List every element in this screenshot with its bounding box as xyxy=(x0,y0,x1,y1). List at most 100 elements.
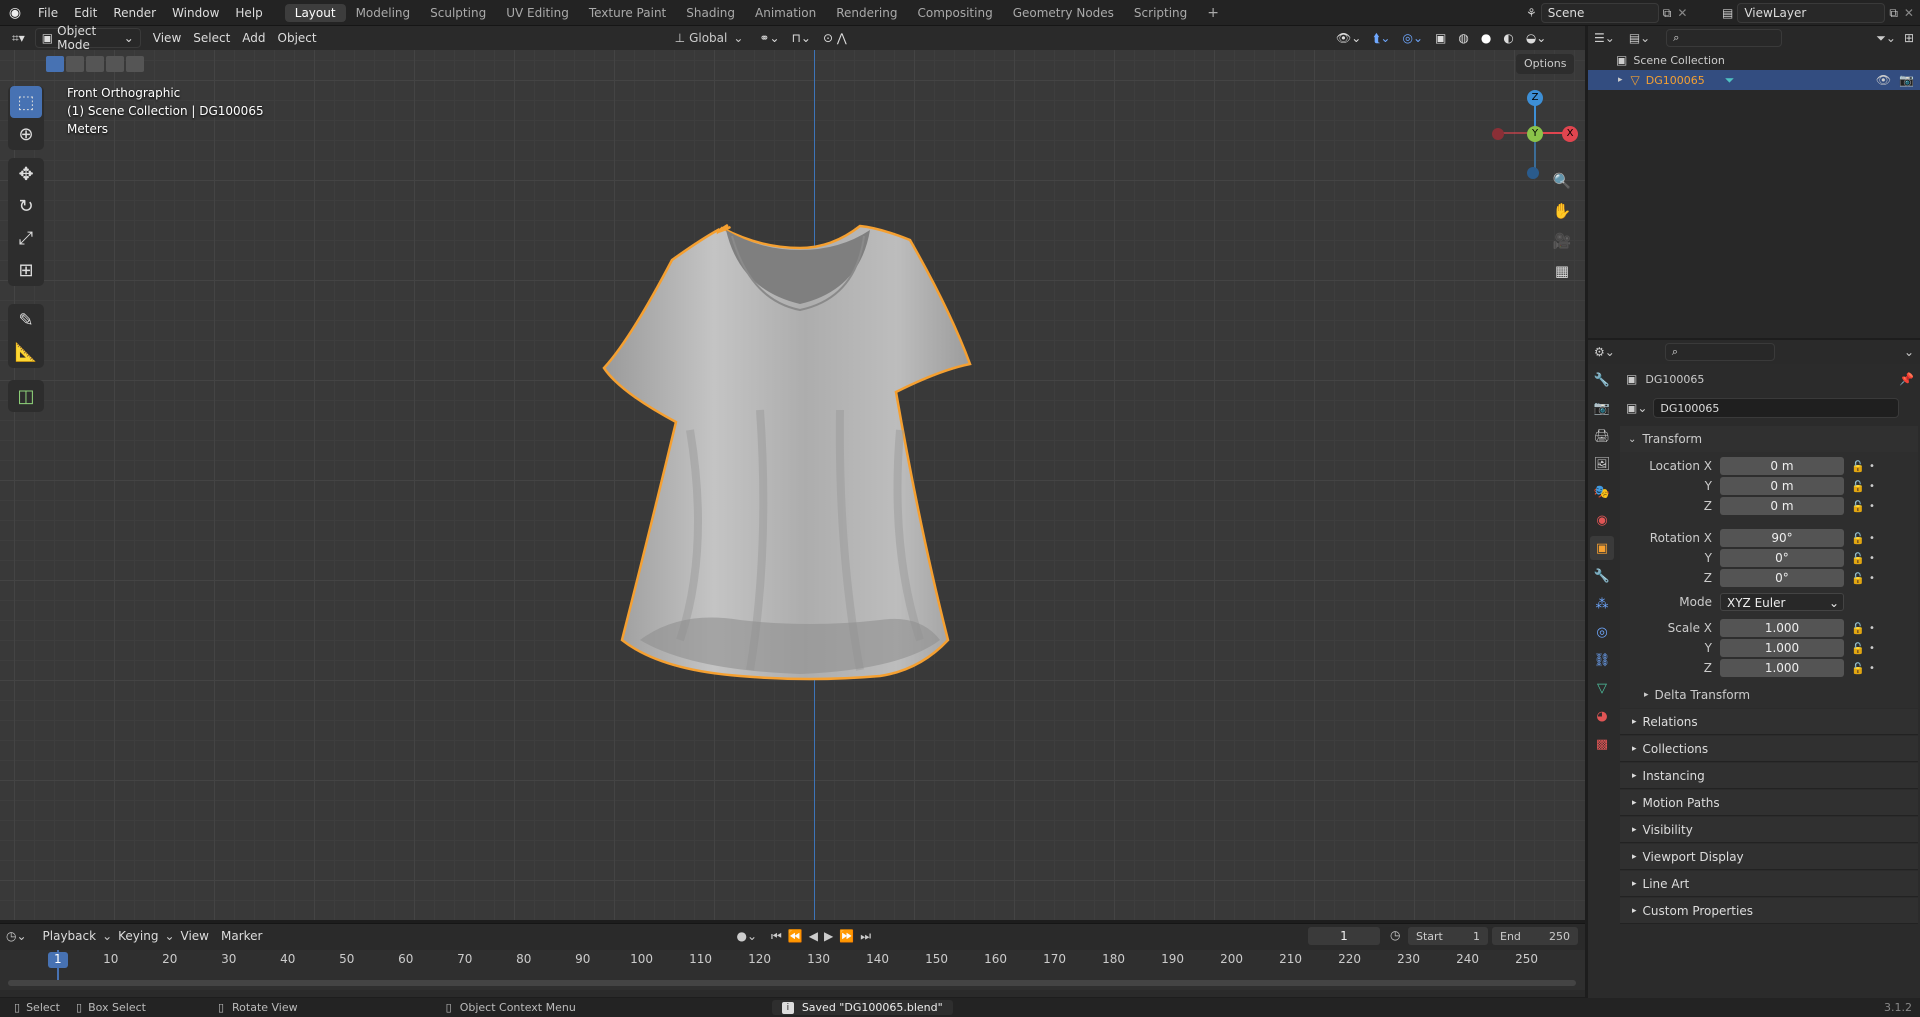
ortho-grid-icon[interactable]: ▦ xyxy=(1549,258,1575,284)
menu-playback[interactable]: Playback xyxy=(37,926,103,946)
menu-file[interactable]: File xyxy=(30,6,66,20)
output-tab-icon[interactable]: 🖨 xyxy=(1590,424,1614,448)
lock-icon[interactable]: 🔓 xyxy=(1850,572,1866,585)
menu-edit[interactable]: Edit xyxy=(66,6,105,20)
display-mode-icon[interactable]: ▤⌄ xyxy=(1629,31,1650,45)
tab-scripting[interactable]: Scripting xyxy=(1124,4,1197,22)
rotate-tool-icon[interactable]: ↻ xyxy=(10,190,42,222)
proportional-edit-icon[interactable]: ⊙ ⋀ xyxy=(817,28,853,48)
move-tool-icon[interactable]: ✥ xyxy=(10,158,42,190)
lock-icon[interactable]: 🔓 xyxy=(1850,642,1866,655)
status-message[interactable]: i Saved "DG100065.blend" xyxy=(771,1000,953,1015)
transform-panel-header[interactable]: ⌄ Transform xyxy=(1620,426,1918,452)
play-icon[interactable]: ▶ xyxy=(824,929,833,943)
location-y-field[interactable]: 0 m xyxy=(1720,477,1844,495)
eye-icon[interactable]: 👁 xyxy=(1876,73,1891,87)
start-frame-field[interactable]: Start 1 xyxy=(1408,927,1488,945)
menu-select[interactable]: Select xyxy=(187,28,236,48)
menu-render[interactable]: Render xyxy=(105,6,164,20)
keyframe-dot-icon[interactable]: • xyxy=(1866,623,1878,634)
lock-icon[interactable]: 🔓 xyxy=(1850,532,1866,545)
zoom-icon[interactable]: 🔍 xyxy=(1549,168,1575,194)
view-layer-field[interactable]: ViewLayer xyxy=(1737,3,1886,23)
keyframe-dot-icon[interactable]: • xyxy=(1866,501,1878,512)
new-view-layer-icon[interactable]: ⧉ xyxy=(1889,6,1898,21)
keyframe-dot-icon[interactable]: • xyxy=(1866,533,1878,544)
mesh-data-tab-icon[interactable]: ▽ xyxy=(1590,676,1614,700)
tab-uv-editing[interactable]: UV Editing xyxy=(496,4,579,22)
jump-end-icon[interactable]: ⏭ xyxy=(860,929,871,944)
preview-range-icon[interactable]: ◷ xyxy=(1390,928,1400,942)
gizmo-neg-z-axis[interactable] xyxy=(1527,167,1539,179)
menu-window[interactable]: Window xyxy=(164,6,227,20)
select-intersect-icon[interactable] xyxy=(126,56,144,72)
scene-tab-icon[interactable]: 🎭 xyxy=(1590,480,1614,504)
next-keyframe-icon[interactable]: ⏩ xyxy=(839,929,854,943)
view-layer-icon[interactable]: ▤ xyxy=(1722,6,1733,20)
lock-icon[interactable]: 🔓 xyxy=(1850,500,1866,513)
tab-rendering[interactable]: Rendering xyxy=(826,4,907,22)
record-icon[interactable]: ●⌄ xyxy=(736,929,757,943)
lock-icon[interactable]: 🔓 xyxy=(1850,480,1866,493)
prev-keyframe-icon[interactable]: ⏪ xyxy=(788,929,803,943)
outliner-editor-icon[interactable]: ☰⌄ xyxy=(1594,31,1615,45)
xray-icon[interactable]: ▣ xyxy=(1429,28,1452,48)
outliner-row-scene-collection[interactable]: ▣ Scene Collection xyxy=(1588,50,1920,70)
panel-collections[interactable]: ▸ Collections xyxy=(1620,736,1918,762)
shading-material-icon[interactable]: ◐ xyxy=(1497,28,1519,48)
snap-icon[interactable]: ⊓⌄ xyxy=(786,28,817,48)
transform-orientation[interactable]: ⊥ Global ⌄ xyxy=(675,31,744,45)
new-scene-icon[interactable]: ⧉ xyxy=(1663,6,1672,21)
menu-marker[interactable]: Marker xyxy=(215,926,268,946)
delete-view-layer-icon[interactable]: ✕ xyxy=(1904,6,1914,20)
panel-visibility[interactable]: ▸ Visibility xyxy=(1620,817,1918,843)
render-tab-icon[interactable]: 📷 xyxy=(1590,396,1614,420)
lock-icon[interactable]: 🔓 xyxy=(1850,622,1866,635)
scale-z-field[interactable]: 1.000 xyxy=(1720,659,1844,677)
tab-geometry-nodes[interactable]: Geometry Nodes xyxy=(1003,4,1124,22)
panel-relations[interactable]: ▸ Relations xyxy=(1620,709,1918,735)
options-button[interactable]: Options xyxy=(1516,54,1575,74)
rotation-z-field[interactable]: 0° xyxy=(1720,569,1844,587)
shading-wireframe-icon[interactable]: ◍ xyxy=(1452,28,1474,48)
tab-animation[interactable]: Animation xyxy=(745,4,826,22)
annotate-tool-icon[interactable]: ✎ xyxy=(10,304,42,336)
panel-motion-paths[interactable]: ▸ Motion Paths xyxy=(1620,790,1918,816)
filter-icon[interactable]: ⏷⌄ xyxy=(1876,31,1896,46)
gizmo-toggle-icon[interactable]: ⮬⌄ xyxy=(1367,28,1396,48)
tab-shading[interactable]: Shading xyxy=(676,4,745,22)
add-workspace-button[interactable]: + xyxy=(1197,3,1229,23)
outliner-row-object[interactable]: ▸ ▽ DG100065 ⏷ 👁 📷 xyxy=(1588,70,1920,90)
keyframe-dot-icon[interactable]: • xyxy=(1866,481,1878,492)
select-subtract-icon[interactable] xyxy=(86,56,104,72)
view-layer-tab-icon[interactable]: 🖼 xyxy=(1590,452,1614,476)
select-invert-icon[interactable] xyxy=(106,56,124,72)
lock-icon[interactable]: 🔓 xyxy=(1850,460,1866,473)
current-frame-field[interactable]: 1 xyxy=(1308,927,1380,945)
menu-keying[interactable]: Keying xyxy=(112,926,164,946)
camera-render-icon[interactable]: 📷 xyxy=(1899,73,1914,87)
timeline-ruler[interactable]: 1 10 20 30 40 50 60 70 80 90 100 110 120 130 140 150 160… xyxy=(0,950,1585,990)
overlays-icon[interactable]: ◎⌄ xyxy=(1396,28,1429,48)
scene-icon[interactable]: ⚘ xyxy=(1526,6,1537,20)
modifier-tab-icon[interactable]: 🔧 xyxy=(1590,564,1614,588)
menu-view[interactable]: View xyxy=(147,28,187,48)
delete-scene-icon[interactable]: ✕ xyxy=(1677,6,1687,20)
tool-tab-icon[interactable]: 🔧 xyxy=(1590,368,1614,392)
tab-compositing[interactable]: Compositing xyxy=(907,4,1002,22)
cursor-tool-icon[interactable]: ⊕ xyxy=(10,118,42,150)
shading-rendered-icon[interactable]: ◒⌄ xyxy=(1520,28,1553,48)
keyframe-dot-icon[interactable]: • xyxy=(1866,553,1878,564)
particles-tab-icon[interactable]: ⁂ xyxy=(1590,592,1614,616)
jump-start-icon[interactable]: ⏮ xyxy=(771,929,782,944)
navigation-gizmo[interactable]: Z Y X xyxy=(1492,90,1578,179)
select-box-tool-icon[interactable]: ⬚ xyxy=(10,86,42,118)
object-tab-icon[interactable]: ▣ xyxy=(1590,536,1614,560)
properties-search-input[interactable]: ⌕ xyxy=(1664,343,1775,361)
measure-tool-icon[interactable]: 📐 xyxy=(10,336,42,368)
panel-viewport-display[interactable]: ▸ Viewport Display xyxy=(1620,844,1918,870)
menu-add[interactable]: Add xyxy=(236,28,271,48)
timeline-scrollbar[interactable] xyxy=(8,980,1576,986)
3d-viewport[interactable]: Options ⬚ ⊕ ✥ ↻ ⤢ ⊞ ✎ 📐 ◫ Front Orthogra… xyxy=(0,50,1585,920)
keyframe-dot-icon[interactable]: • xyxy=(1866,461,1878,472)
